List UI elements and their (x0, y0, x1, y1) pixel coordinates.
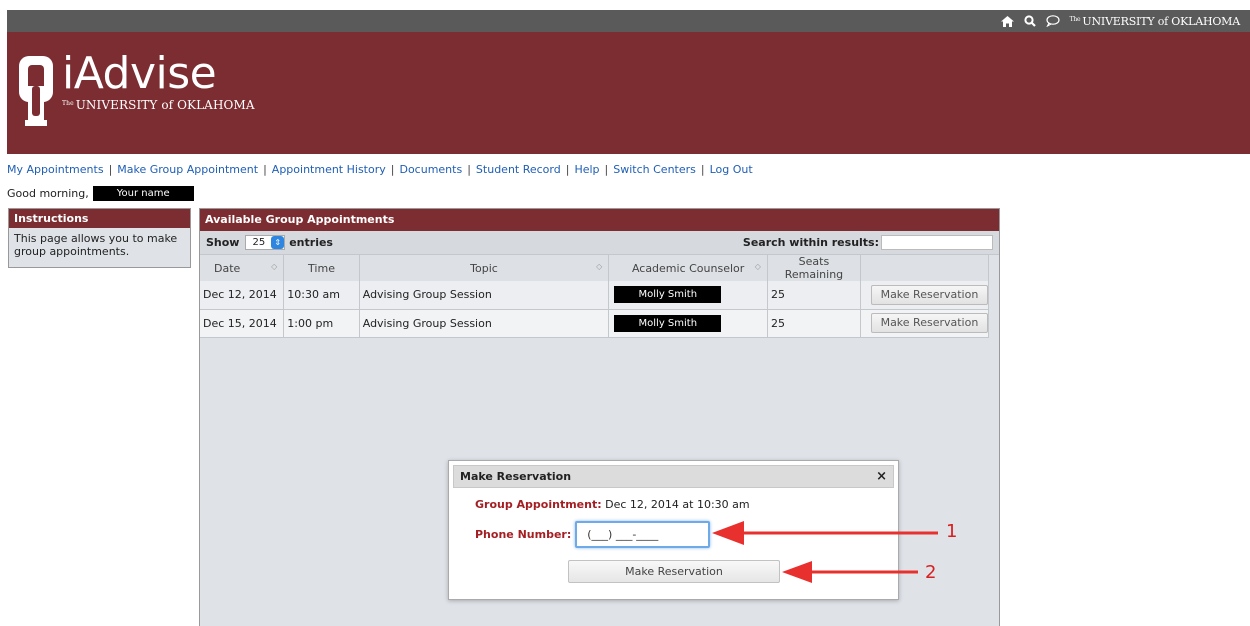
dialog-title: Make Reservation (460, 470, 572, 483)
instructions-body: This page allows you to make group appoi… (14, 232, 178, 258)
dialog-header: Make Reservation × (453, 465, 894, 488)
cell-time: 10:30 am (283, 281, 360, 310)
search-icon[interactable] (1023, 15, 1036, 27)
make-reservation-button[interactable]: Make Reservation (870, 313, 988, 333)
nav-documents[interactable]: Documents (399, 163, 462, 176)
top-bar: The UNIVERSITY of OKLAHOMA (7, 10, 1250, 32)
sort-icon: ◇ (596, 261, 603, 271)
column-header-counselor[interactable]: Academic Counselor ◇ (608, 255, 768, 281)
nav-make-group-appointment[interactable]: Make Group Appointment (117, 163, 258, 176)
brand-university: The UNIVERSITY of OKLAHOMA (62, 98, 255, 112)
make-reservation-dialog: Make Reservation × Group Appointment: De… (448, 460, 899, 600)
search-input[interactable] (881, 235, 993, 250)
counselor-name: Molly Smith (614, 286, 722, 304)
cell-time: 1:00 pm (283, 309, 360, 338)
appointment-value: Dec 12, 2014 at 10:30 am (605, 498, 750, 511)
brand-name: iAdvise (62, 48, 217, 99)
main-nav: My Appointments | Make Group Appointment | A… (7, 163, 753, 176)
cell-seats: 25 (767, 281, 861, 310)
table-row: Dec 15, 2014 1:00 pm Advising Group Sess… (200, 309, 990, 338)
search-label: Search within results: (742, 236, 879, 249)
cell-date: Dec 15, 2014 (200, 309, 285, 338)
entries-select[interactable]: 25 ⇕ (245, 235, 286, 250)
nav-my-appointments[interactable]: My Appointments (7, 163, 104, 176)
nav-switch-centers[interactable]: Switch Centers (613, 163, 696, 176)
brand: iAdvise The UNIVERSITY of OKLAHOMA (62, 48, 255, 113)
select-arrows-icon: ⇕ (271, 236, 285, 249)
university-wordmark[interactable]: The UNIVERSITY of OKLAHOMA (1070, 15, 1241, 28)
column-header-action (860, 255, 990, 281)
cell-topic: Advising Group Session (359, 309, 610, 338)
cell-date: Dec 12, 2014 (200, 281, 285, 310)
appointment-info: Group Appointment: Dec 12, 2014 at 10:30… (475, 498, 750, 511)
table-row: Dec 12, 2014 10:30 am Advising Group Ses… (200, 281, 990, 310)
entries-label: entries (289, 236, 333, 249)
phone-label: Phone Number: (475, 528, 572, 541)
sort-icon: ◇ (754, 261, 761, 271)
column-header-time[interactable]: Time (283, 255, 360, 281)
instructions-panel: Instructions This page allows you to mak… (8, 208, 191, 268)
appointments-table: Date ◇ Time Topic ◇ Academic Counselor ◇ Se… (200, 255, 990, 338)
cell-topic: Advising Group Session (359, 281, 610, 310)
nav-help[interactable]: Help (574, 163, 599, 176)
table-header-row: Date ◇ Time Topic ◇ Academic Counselor ◇ Se… (200, 255, 990, 281)
column-header-seats[interactable]: Seats Remaining (767, 255, 861, 281)
cell-action: Make Reservation (860, 281, 990, 310)
ou-logo-icon[interactable] (17, 56, 55, 129)
greeting-text: Good morning, (7, 186, 89, 200)
cell-counselor: Molly Smith (608, 309, 768, 338)
callout-2: 2 (925, 562, 937, 583)
nav-appointment-history[interactable]: Appointment History (272, 163, 386, 176)
site-header: iAdvise The UNIVERSITY of OKLAHOMA (7, 32, 1250, 154)
page: The UNIVERSITY of OKLAHOMA iAdvise The UNI… (0, 0, 1250, 626)
column-header-topic[interactable]: Topic ◇ (359, 255, 610, 281)
chat-icon[interactable] (1045, 15, 1060, 27)
nav-log-out[interactable]: Log Out (710, 163, 753, 176)
column-header-date[interactable]: Date ◇ (200, 255, 285, 281)
counselor-name: Molly Smith (614, 314, 722, 332)
appointments-title: Available Group Appointments (200, 209, 999, 231)
greeting: Good morning, Your name (7, 185, 194, 201)
phone-number-input[interactable]: (___) ___-____ (575, 521, 711, 548)
nav-student-record[interactable]: Student Record (476, 163, 561, 176)
make-reservation-submit-button[interactable]: Make Reservation (568, 560, 780, 583)
home-icon[interactable] (1000, 15, 1014, 27)
phone-row: Phone Number: (___) ___-____ (475, 521, 711, 548)
table-toolbar: Show 25 ⇕ entries Search within results: (200, 231, 999, 255)
close-icon[interactable]: × (876, 469, 887, 484)
appointment-label: Group Appointment: (475, 498, 602, 511)
sort-icon: ◇ (271, 261, 278, 271)
cell-action: Make Reservation (860, 309, 990, 338)
instructions-title: Instructions (9, 209, 190, 228)
cell-counselor: Molly Smith (608, 281, 768, 310)
show-label: Show (206, 236, 240, 249)
cell-seats: 25 (767, 309, 861, 338)
make-reservation-button[interactable]: Make Reservation (870, 284, 988, 305)
user-name: Your name (92, 185, 194, 201)
callout-1: 1 (946, 521, 958, 542)
